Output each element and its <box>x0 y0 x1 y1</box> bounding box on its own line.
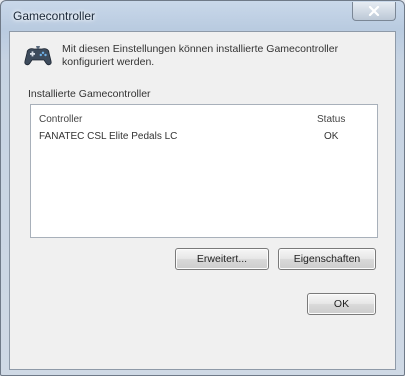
controller-list[interactable]: Controller Status FANATEC CSL Elite Peda… <box>30 104 378 238</box>
dialog-description: Mit diesen Einstellungen können installi… <box>62 43 339 68</box>
dialog-window: Gamecontroller Mit diesen Einstellungen … <box>0 0 405 376</box>
column-header-status[interactable]: Status <box>317 114 345 125</box>
advanced-button[interactable]: Erweitert... <box>175 248 269 270</box>
ok-button[interactable]: OK <box>307 293 376 315</box>
dialog-client-area: Mit diesen Einstellungen können installi… <box>9 31 396 370</box>
installed-controllers-label: Installierte Gamecontroller <box>28 88 151 100</box>
close-button[interactable] <box>352 2 396 21</box>
title-bar[interactable]: Gamecontroller <box>1 1 404 29</box>
window-title: Gamecontroller <box>13 9 96 23</box>
gamepad-icon <box>24 46 52 66</box>
controller-status: OK <box>324 131 339 142</box>
controller-row[interactable]: FANATEC CSL Elite Pedals LC OK <box>31 128 377 146</box>
column-header-controller[interactable]: Controller <box>39 114 82 125</box>
list-header: Controller Status <box>31 105 377 127</box>
close-icon <box>368 6 380 16</box>
properties-button[interactable]: Eigenschaften <box>278 248 376 270</box>
controller-name: FANATEC CSL Elite Pedals LC <box>39 131 178 142</box>
